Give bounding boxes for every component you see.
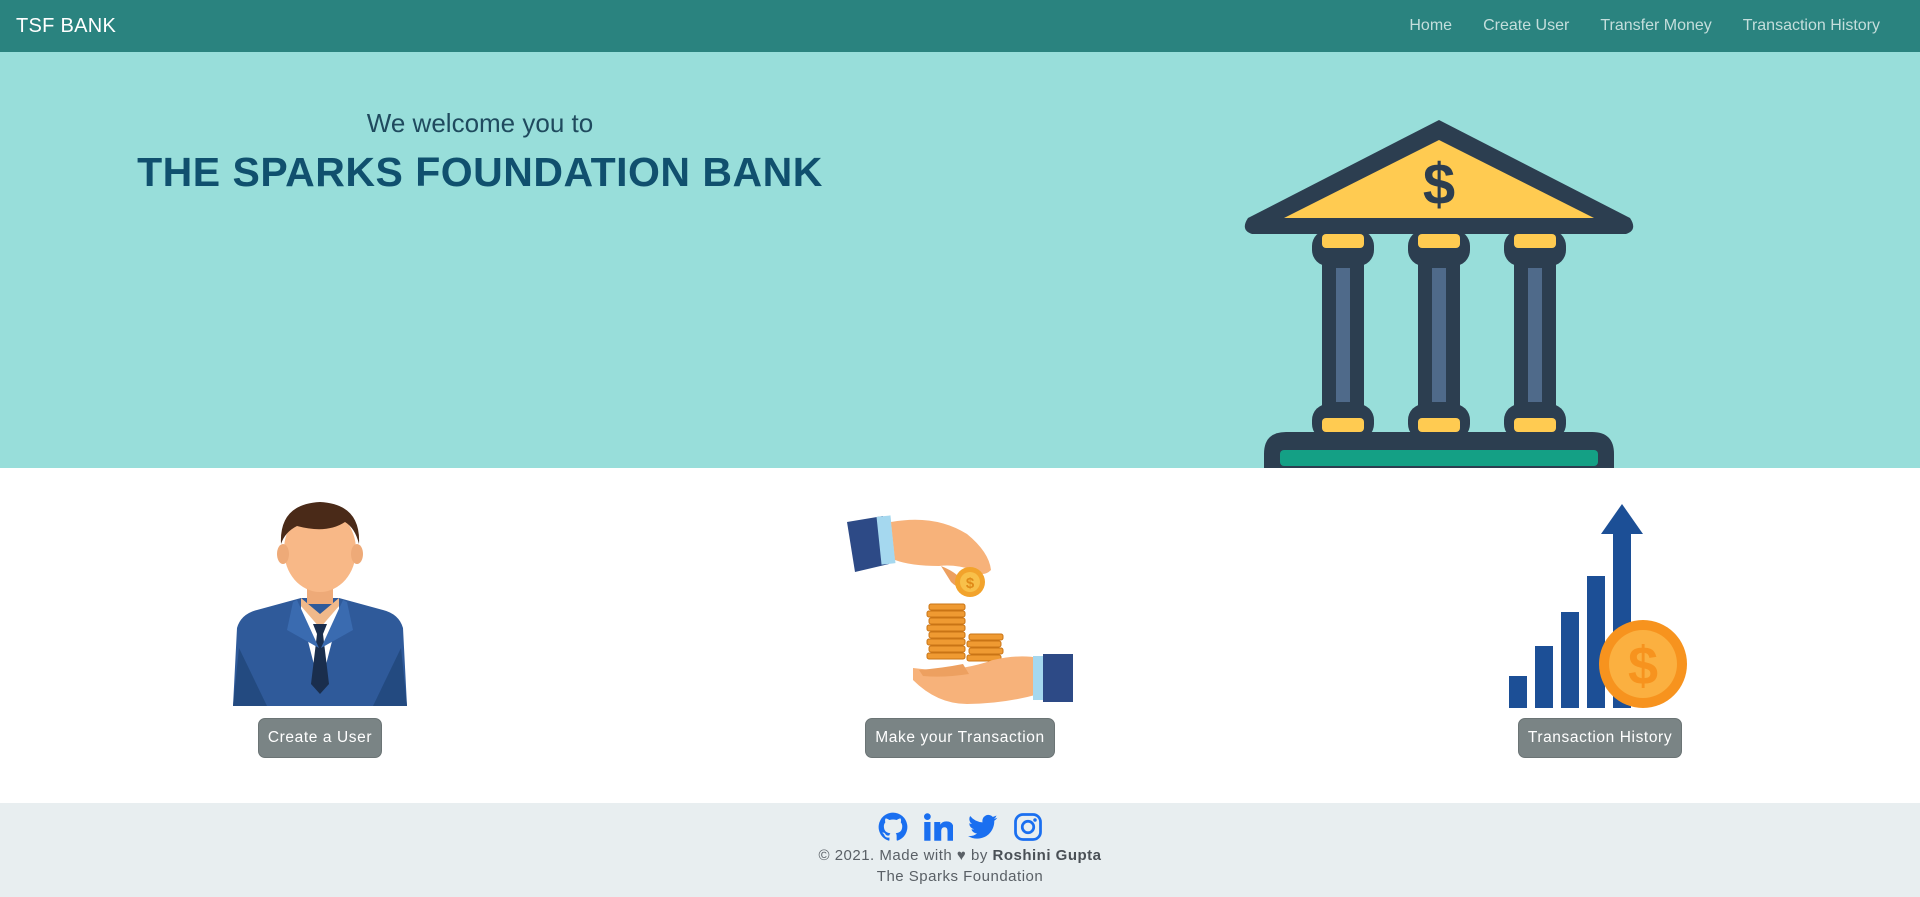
nav-link-transfer-money[interactable]: Transfer Money: [1600, 17, 1711, 35]
card-make-transaction: $ Make your Transaction: [720, 468, 1200, 758]
footer: © 2021. Made with ♥ by Roshini Gupta The…: [0, 803, 1920, 897]
make-transaction-button[interactable]: Make your Transaction: [865, 718, 1055, 758]
businessman-icon: [227, 468, 413, 708]
bank-building-icon: $: [1238, 114, 1640, 521]
svg-text:$: $: [966, 575, 975, 592]
nav-link-transaction-history[interactable]: Transaction History: [1743, 17, 1880, 35]
author-name: Roshini Gupta: [992, 847, 1102, 864]
twitter-icon[interactable]: [967, 812, 998, 842]
navbar: TSF BANK Home Create User Transfer Money…: [0, 0, 1920, 52]
linkedin-icon[interactable]: [923, 812, 953, 842]
bank-title: THE SPARKS FOUNDATION BANK: [137, 149, 823, 195]
nav-links: Home Create User Transfer Money Transact…: [1409, 17, 1880, 35]
copyright-prefix: © 2021. Made with ♥ by: [818, 847, 988, 864]
welcome-block: We welcome you to THE SPARKS FOUNDATION …: [0, 108, 960, 196]
brand-link[interactable]: TSF BANK: [16, 15, 116, 38]
github-icon[interactable]: [878, 812, 908, 842]
copyright-text: © 2021. Made with ♥ by Roshini Gupta: [0, 847, 1920, 864]
nav-link-create-user[interactable]: Create User: [1483, 17, 1569, 35]
welcome-subtitle: We welcome you to: [366, 108, 594, 138]
organization-name: The Sparks Foundation: [876, 868, 1044, 885]
card-transaction-history: $ Transaction History: [1360, 468, 1840, 758]
create-user-button[interactable]: Create a User: [257, 718, 383, 758]
feature-cards: Create a User $ Make your Transaction $ …: [0, 468, 1920, 803]
hero-section: We welcome you to THE SPARKS FOUNDATION …: [0, 52, 1920, 516]
coin-dollar-sign: $: [1628, 636, 1658, 696]
nav-link-home[interactable]: Home: [1409, 17, 1452, 35]
money-transfer-icon: $: [843, 468, 1077, 708]
social-links: [0, 803, 1920, 842]
dollar-sign: $: [1423, 152, 1455, 217]
transaction-history-button[interactable]: Transaction History: [1517, 718, 1683, 758]
growth-chart-icon: $: [1505, 468, 1695, 708]
card-create-user: Create a User: [80, 468, 560, 758]
instagram-icon[interactable]: [1013, 812, 1043, 842]
